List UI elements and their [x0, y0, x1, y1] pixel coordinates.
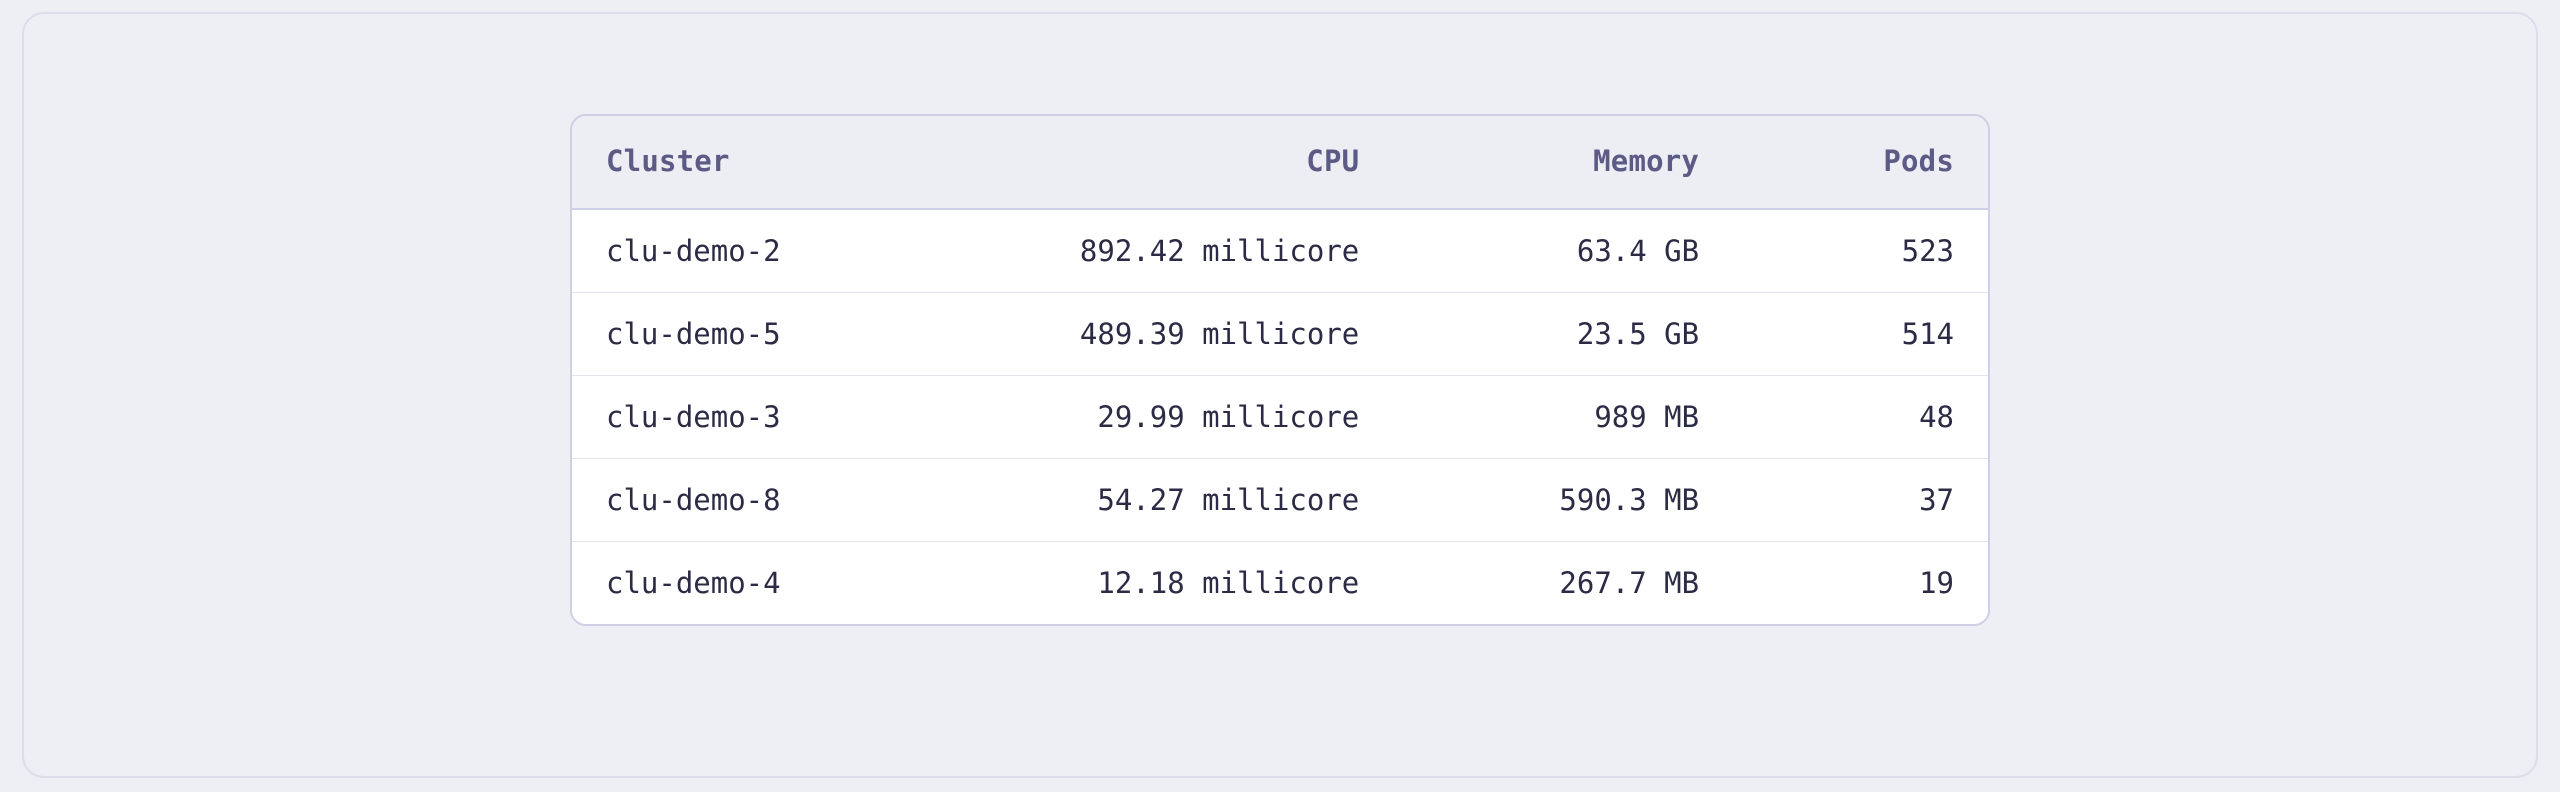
- cell-pods: 48: [1733, 376, 1988, 459]
- cell-memory: 23.5 GB: [1393, 293, 1733, 376]
- table-header-row: Cluster CPU Memory Pods: [572, 116, 1988, 209]
- cell-cluster: clu-demo-8: [572, 459, 997, 542]
- table-row: clu-demo-8 54.27 millicore 590.3 MB 37: [572, 459, 1988, 542]
- cell-cpu: 12.18 millicore: [997, 542, 1393, 625]
- cell-cluster: clu-demo-5: [572, 293, 997, 376]
- table-row: clu-demo-3 29.99 millicore 989 MB 48: [572, 376, 1988, 459]
- cell-cpu: 54.27 millicore: [997, 459, 1393, 542]
- table-row: clu-demo-5 489.39 millicore 23.5 GB 514: [572, 293, 1988, 376]
- cell-cluster: clu-demo-4: [572, 542, 997, 625]
- cluster-table-wrap: Cluster CPU Memory Pods clu-demo-2 892.4…: [570, 114, 1990, 626]
- cluster-table: Cluster CPU Memory Pods clu-demo-2 892.4…: [572, 116, 1988, 624]
- col-header-cluster[interactable]: Cluster: [572, 116, 997, 209]
- cell-cluster: clu-demo-3: [572, 376, 997, 459]
- cell-cluster: clu-demo-2: [572, 209, 997, 293]
- col-header-cpu[interactable]: CPU: [997, 116, 1393, 209]
- table-row: clu-demo-4 12.18 millicore 267.7 MB 19: [572, 542, 1988, 625]
- cell-pods: 19: [1733, 542, 1988, 625]
- cell-memory: 63.4 GB: [1393, 209, 1733, 293]
- cell-cpu: 892.42 millicore: [997, 209, 1393, 293]
- col-header-pods[interactable]: Pods: [1733, 116, 1988, 209]
- cell-pods: 514: [1733, 293, 1988, 376]
- cell-cpu: 29.99 millicore: [997, 376, 1393, 459]
- cell-cpu: 489.39 millicore: [997, 293, 1393, 376]
- cell-pods: 37: [1733, 459, 1988, 542]
- panel-card: Cluster CPU Memory Pods clu-demo-2 892.4…: [22, 12, 2538, 778]
- cell-memory: 590.3 MB: [1393, 459, 1733, 542]
- col-header-memory[interactable]: Memory: [1393, 116, 1733, 209]
- table-row: clu-demo-2 892.42 millicore 63.4 GB 523: [572, 209, 1988, 293]
- cell-memory: 989 MB: [1393, 376, 1733, 459]
- cell-memory: 267.7 MB: [1393, 542, 1733, 625]
- cell-pods: 523: [1733, 209, 1988, 293]
